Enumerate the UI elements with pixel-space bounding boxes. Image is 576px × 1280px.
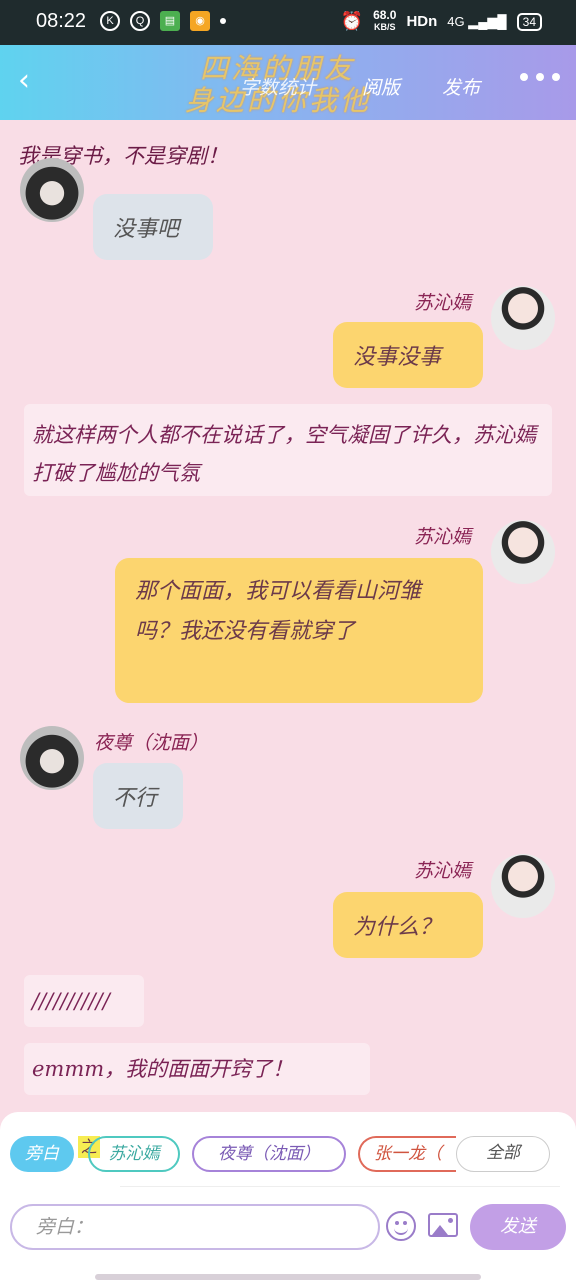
input-panel: 旁白 之 苏沁嫣 夜尊（沈面） 张一龙（ 全部 旁白： 发送 <box>0 1112 576 1280</box>
avatar-su-qinyan[interactable] <box>491 286 555 350</box>
sender-name: 苏沁嫣 <box>414 860 472 882</box>
more-notifications-dot <box>220 18 226 24</box>
role-chip-narration[interactable]: 旁白 <box>10 1136 74 1172</box>
narration-block[interactable]: 就这样两个人都不在说话了，空气凝固了许久，苏沁嫣打破了尴尬的气氛 <box>24 404 552 496</box>
signal-icon: 4G ▂▄▆█ <box>447 13 507 29</box>
avatar-shen-mian[interactable] <box>20 726 84 790</box>
hd-indicator: HDn <box>406 13 438 30</box>
avatar-shen-mian[interactable] <box>20 158 84 222</box>
divider <box>120 1186 560 1187</box>
status-time: 08:22 <box>36 10 87 32</box>
qq-icon: Q <box>130 11 150 31</box>
message-bubble-other[interactable]: 不行 <box>93 763 183 829</box>
role-chip-zhang-yilong[interactable]: 张一龙（ <box>358 1136 456 1172</box>
message-input[interactable]: 旁白： <box>10 1204 380 1250</box>
role-chip-ye-zun[interactable]: 夜尊（沈面） <box>192 1136 346 1172</box>
message-bubble-self[interactable]: 那个面面，我可以看看山河雏吗？我还没有看就穿了 <box>115 558 483 703</box>
avatar-su-qinyan[interactable] <box>491 520 555 584</box>
status-right: ⏰ 68.0 KB/S HDn 4G ▂▄▆█ 34 <box>340 8 542 33</box>
sender-name: 苏沁嫣 <box>414 526 472 548</box>
notification-icons: K Q ▤ ◉ <box>100 11 226 31</box>
battery-icon: 34 <box>516 12 542 31</box>
sender-name: 苏沁嫣 <box>414 292 472 314</box>
alarm-icon: ⏰ <box>340 11 364 31</box>
more-options-icon[interactable] <box>520 73 560 81</box>
status-bar: 08:22 K Q ▤ ◉ ⏰ 68.0 KB/S HDn 4G ▂▄▆█ 34 <box>0 0 576 45</box>
k-app-icon: K <box>100 11 120 31</box>
send-button[interactable]: 发送 <box>470 1204 566 1250</box>
home-indicator <box>95 1274 481 1280</box>
message-bubble-self[interactable]: 没事没事 <box>333 322 483 388</box>
image-icon[interactable] <box>428 1213 458 1237</box>
weibo-icon: ◉ <box>190 11 210 31</box>
role-chip-su-qinyan[interactable]: 苏沁嫣 <box>88 1136 180 1172</box>
network-speed: 68.0 KB/S <box>373 8 397 32</box>
emoji-icon[interactable] <box>386 1211 416 1241</box>
narration-block[interactable]: emmm，我的面面开窍了！ <box>24 1043 370 1095</box>
back-arrow-icon[interactable]: ‹ <box>18 66 46 96</box>
message-bubble-self[interactable]: 为什么？ <box>333 892 483 958</box>
message-bubble-other[interactable]: 没事吧 <box>93 194 213 260</box>
narration-block[interactable]: /////////// <box>24 975 144 1027</box>
publish-button[interactable]: 发布 <box>442 73 480 100</box>
sender-name: 夜尊（沈面） <box>94 732 209 754</box>
top-bar: ‹ 四海的朋友 身边的你我他 字数统计 阅版 发布 <box>0 45 576 120</box>
typeset-button[interactable]: 阅版 <box>362 73 400 100</box>
reader-app-icon: ▤ <box>160 11 180 31</box>
word-count-button[interactable]: 字数统计 <box>240 73 316 100</box>
role-chip-all[interactable]: 全部 <box>456 1136 550 1172</box>
avatar-su-qinyan[interactable] <box>491 854 555 918</box>
